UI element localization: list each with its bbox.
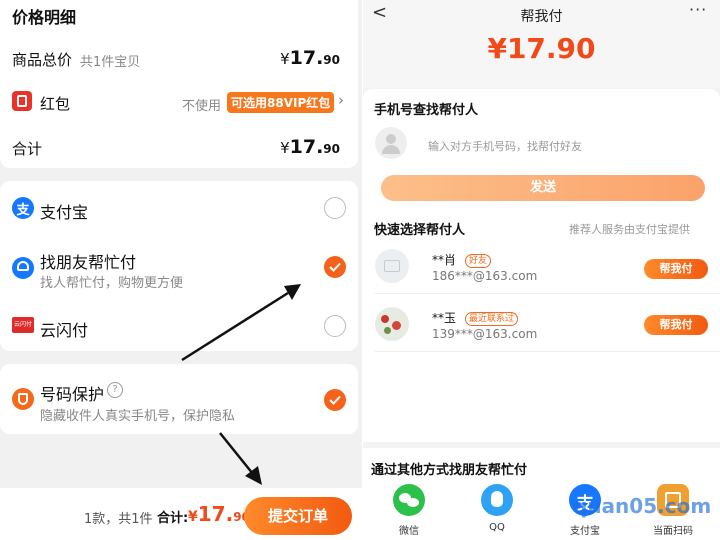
contact-email: 139***@163.com [432, 327, 538, 341]
wechat-label: 微信 [399, 526, 419, 537]
helper-card: 手机号查找帮付人 输入对方手机号码，找帮付好友 发送 快速选择帮付人 推荐人服务… [363, 89, 720, 442]
phone-input[interactable]: 输入对方手机号码，找帮付好友 [428, 138, 582, 154]
help-pay-button[interactable]: 帮我付 [644, 315, 708, 335]
contact-tag: 最近联系过 [465, 312, 519, 326]
nav-title: 帮我付 [520, 9, 563, 25]
divider [375, 351, 720, 352]
order-confirm-panel: 价格明细 商品总价 共1件宝贝 ¥17.90 红包 不使用 可选用88VIP红包… [0, 0, 362, 540]
pay-amount: ¥17.90 [487, 32, 596, 65]
contact-name: **玉 [432, 311, 457, 325]
contact-avatar [375, 307, 409, 341]
more-icon[interactable]: ··· [689, 0, 707, 19]
help-pay-button[interactable]: 帮我付 [644, 259, 708, 279]
alipay-label: 支付宝 [570, 526, 600, 537]
watermark: quan05.com [573, 494, 712, 518]
qq-label: QQ [489, 522, 505, 533]
submit-order-button[interactable]: 提交订单 [244, 497, 352, 535]
contact-name: **肖 [432, 253, 457, 267]
send-button[interactable]: 发送 [381, 175, 705, 201]
qr-scan-label: 当面扫码 [653, 526, 693, 537]
contact-avatar [375, 249, 409, 283]
footer-bar: 1款，共1件 合计: ¥17.90 提交订单 [0, 488, 362, 540]
qq-icon[interactable] [481, 484, 513, 516]
footer-count: 1款，共1件 [84, 512, 153, 527]
quick-select-note: 推荐人服务由支付宝提供 [569, 223, 690, 236]
quick-select-title: 快速选择帮付人 [374, 223, 466, 238]
divider [375, 293, 720, 294]
help-pay-panel: < 帮我付 ··· ¥17.90 手机号查找帮付人 输入对方手机号码，找帮付好友… [363, 0, 720, 540]
share-section-title: 通过其他方式找朋友帮忙付 [371, 463, 528, 478]
contact-email: 186***@163.com [432, 269, 538, 283]
contact-tag: 好友 [465, 254, 492, 268]
footer-total-label: 合计: [157, 511, 189, 526]
annotation-arrows [181, 284, 301, 485]
avatar-placeholder-icon [375, 127, 407, 159]
wechat-icon[interactable] [393, 484, 425, 516]
footer-total-price: ¥17.90 [188, 502, 250, 526]
phone-section-title: 手机号查找帮付人 [374, 103, 479, 118]
